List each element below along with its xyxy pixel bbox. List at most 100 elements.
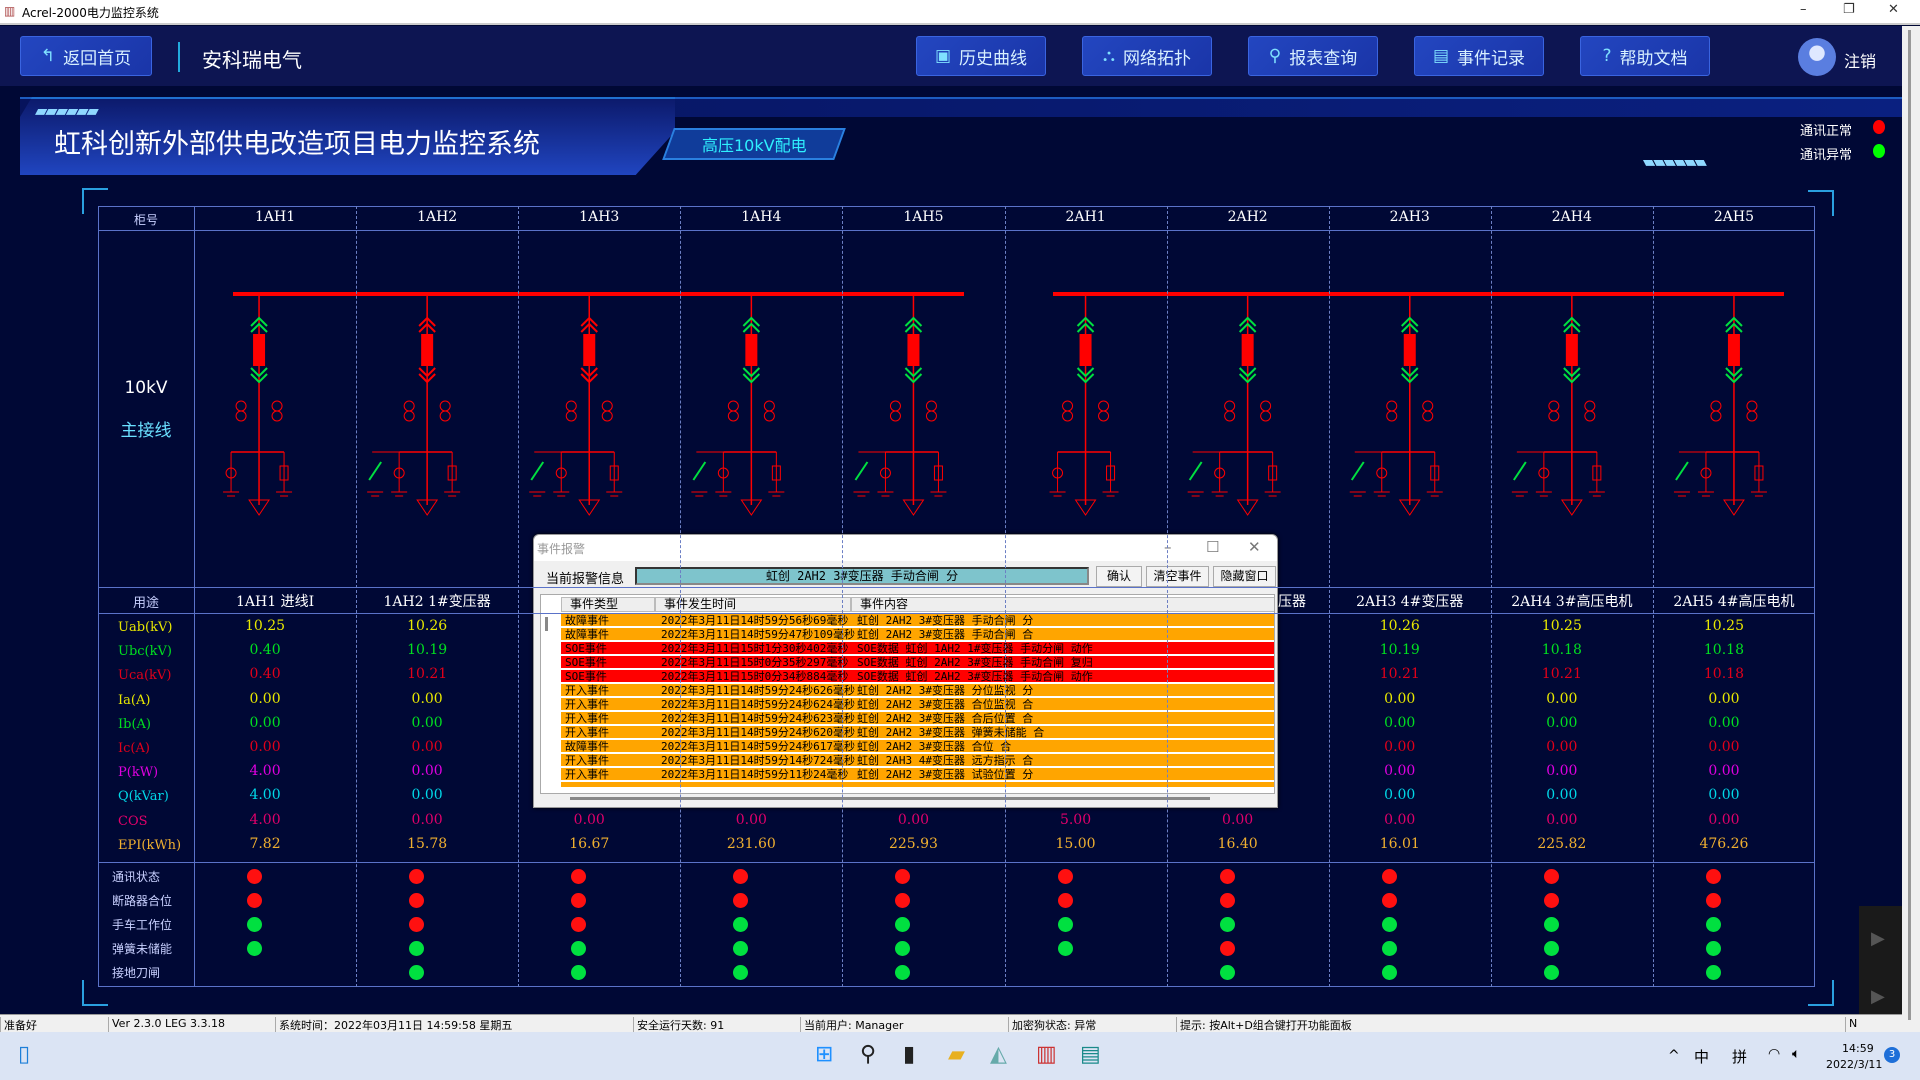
current-transformer-icon bbox=[1584, 400, 1596, 412]
measurement-value: 476.26 bbox=[1699, 835, 1749, 852]
nav-button-4[interactable]: ? 帮助文档 bbox=[1580, 36, 1710, 76]
measurement-value: 10.19 bbox=[1379, 642, 1420, 659]
column-header-time[interactable]: 事件发生时间 bbox=[655, 597, 851, 612]
horizontal-scrollbar[interactable] bbox=[570, 797, 1210, 800]
acrel-app-icon[interactable]: ▥ bbox=[1036, 1042, 1057, 1067]
event-row[interactable]: 开入事件 2022年3月11日14时59分24秒620毫秒 虹创 2AH2 3#变压… bbox=[561, 726, 1274, 739]
measurement-value: 0.00 bbox=[411, 690, 443, 707]
event-row[interactable]: 开入事件 2022年3月11日14时59分11秒24毫秒 虹创 2AH2 3#变压器… bbox=[561, 768, 1274, 781]
measurement-value: 0.00 bbox=[1708, 763, 1740, 780]
current-transformer-icon bbox=[1422, 400, 1434, 412]
event-content: 虹创 2AH3 4#变压器 远方指示 合 bbox=[857, 754, 1034, 767]
nav-button-3[interactable]: ▤ 事件记录 bbox=[1414, 36, 1544, 76]
ground-icon bbox=[853, 491, 870, 497]
start-icon[interactable]: ⊞ bbox=[815, 1042, 833, 1067]
notification-badge[interactable]: 3 bbox=[1884, 1047, 1900, 1063]
taskbar: ▯ ⊞ ⚲ ▮ ▰ ◭ ▥ ▤ ^ 中 拼 ◠ 🔈︎ 14:59 2022/3/… bbox=[0, 1032, 1920, 1080]
cabinet-header: 2AH1 bbox=[1065, 209, 1106, 225]
measurement-value: 0.00 bbox=[411, 811, 443, 828]
restore-button[interactable]: ❐ bbox=[1843, 2, 1855, 17]
event-type: SOE事件 bbox=[565, 642, 607, 655]
tab-hv-distribution[interactable]: 高压10kV配电 bbox=[662, 128, 846, 160]
monitor-app-icon[interactable]: ◭ bbox=[990, 1042, 1007, 1067]
measurement-label: Uca(kV) bbox=[118, 668, 172, 684]
ground-icon bbox=[1264, 491, 1281, 497]
clock-date[interactable]: 2022/3/11 bbox=[1826, 1058, 1882, 1071]
current-transformer-icon bbox=[601, 400, 613, 412]
event-row[interactable]: 开入事件 2022年3月11日14时59分14秒724毫秒 虹创 2AH3 4#变压… bbox=[561, 754, 1274, 767]
minimize-button[interactable]: – bbox=[1800, 2, 1807, 17]
chart-icon: ▣ bbox=[934, 46, 952, 66]
measurement-label: Ubc(kV) bbox=[118, 644, 172, 660]
panel-icon[interactable]: ▶ bbox=[1871, 986, 1885, 1007]
current-transformer-icon bbox=[889, 410, 901, 422]
event-row-partial[interactable] bbox=[561, 782, 1274, 788]
widgets-icon[interactable]: ▯ bbox=[18, 1042, 30, 1067]
tray-chevron[interactable]: ^ bbox=[1668, 1048, 1680, 1064]
event-row[interactable]: 开入事件 2022年3月11日14时59分24秒623毫秒 虹创 2AH2 3#变压… bbox=[561, 712, 1274, 725]
event-row[interactable]: 开入事件 2022年3月11日14时59分24秒624毫秒 虹创 2AH2 3#变压… bbox=[561, 698, 1274, 711]
back-home-button[interactable]: ↰ 返回首页 bbox=[20, 36, 152, 76]
column-header-content[interactable]: 事件内容 bbox=[851, 597, 1274, 612]
vertical-scrollbar[interactable] bbox=[1902, 26, 1920, 1032]
status-indicator bbox=[1219, 965, 1235, 980]
event-row[interactable]: SOE事件 2022年3月11日15时0分34秒884毫秒 SOE数据 虹创 2AH… bbox=[561, 670, 1274, 683]
usage-cell: 2AH4 3#高压电机 bbox=[1511, 594, 1633, 610]
dialog-maximize-button[interactable]: ☐ bbox=[1206, 538, 1219, 556]
measurement-label: Ib(A) bbox=[118, 716, 151, 732]
event-time: 2022年3月11日14时59分24秒623毫秒 bbox=[661, 712, 855, 725]
column-divider bbox=[842, 206, 844, 987]
column-header-type[interactable]: 事件类型 bbox=[561, 597, 655, 612]
event-row[interactable]: 故障事件 2022年3月11日14时59分47秒109毫秒 虹创 2AH2 3#变压… bbox=[561, 628, 1274, 641]
event-row[interactable]: 开入事件 2022年3月11日14时59分24秒626毫秒 虹创 2AH2 3#变压… bbox=[561, 684, 1274, 697]
status-indicator bbox=[1381, 893, 1397, 908]
ime-mode[interactable]: 拼 bbox=[1732, 1046, 1747, 1067]
current-transformer-icon bbox=[1386, 400, 1398, 412]
ground-icon bbox=[391, 491, 408, 497]
event-time: 2022年3月11日14时59分24秒624毫秒 bbox=[661, 698, 855, 711]
current-transformer-icon bbox=[763, 410, 775, 422]
logout-link[interactable]: 注销 bbox=[1844, 48, 1876, 72]
page-title: 虹科创新外部供电改造项目电力监控系统 bbox=[54, 129, 540, 160]
status-label: 通讯状态 bbox=[112, 870, 161, 884]
event-time: 2022年3月11日15时0分35秒297毫秒 bbox=[661, 656, 849, 669]
event-row[interactable]: 故障事件 2022年3月11日14时59分24秒617毫秒 虹创 2AH2 3#变压… bbox=[561, 740, 1274, 753]
nav-button-0[interactable]: ▣ 历史曲线 bbox=[916, 36, 1046, 76]
event-row[interactable]: 故障事件 2022年3月11日14时59分56秒69毫秒 虹创 2AH2 3#变压器… bbox=[561, 614, 1274, 627]
dialog-close-button[interactable]: ✕ bbox=[1248, 538, 1261, 556]
side-tool-panel[interactable]: ▶ ▶ bbox=[1859, 906, 1902, 1026]
status-indicator bbox=[1057, 917, 1073, 932]
event-list[interactable]: 事件类型 事件发生时间 事件内容 故障事件 2022年3月11日14时59分56秒… bbox=[540, 594, 1275, 794]
current-transformer-icon bbox=[1746, 400, 1758, 412]
measurement-value: 0.00 bbox=[1708, 690, 1740, 707]
event-row[interactable]: SOE事件 2022年3月11日15时0分35秒297毫秒 SOE数据 虹创 2AH… bbox=[561, 656, 1274, 669]
task-view-icon[interactable]: ▮ bbox=[903, 1042, 915, 1067]
dialog-minimize-button[interactable]: – bbox=[1164, 538, 1172, 556]
event-type: 开入事件 bbox=[565, 768, 609, 781]
user-avatar[interactable] bbox=[1798, 38, 1836, 76]
wifi-icon[interactable]: ◠ bbox=[1768, 1046, 1780, 1062]
nav-button-2[interactable]: ⚲ 报表查询 bbox=[1248, 36, 1378, 76]
current-transformer-icon bbox=[1224, 400, 1236, 412]
clock-time[interactable]: 14:59 bbox=[1842, 1042, 1874, 1055]
status-indicator bbox=[247, 941, 263, 956]
ground-icon bbox=[1588, 491, 1605, 497]
header-cabinet-label: 柜号 bbox=[133, 213, 158, 227]
clear-events-button[interactable]: 清空事件 bbox=[1146, 566, 1209, 587]
close-button[interactable]: ✕ bbox=[1888, 2, 1899, 17]
nav-button-1[interactable]: ⛬ 网络拓扑 bbox=[1082, 36, 1212, 76]
event-row[interactable]: SOE事件 2022年3月11日15时1分30秒402毫秒 SOE数据 虹创 1AH… bbox=[561, 642, 1274, 655]
cabinet-header: 1AH1 bbox=[254, 209, 296, 225]
panel-icon[interactable]: ▶ bbox=[1871, 928, 1885, 949]
measurement-value: 10.19 bbox=[407, 642, 448, 659]
hide-window-button[interactable]: 隐藏窗口 bbox=[1213, 566, 1276, 587]
ground-icon bbox=[529, 491, 546, 497]
stripes-decoration: ▰▰▰▰▰▰ bbox=[35, 101, 99, 120]
confirm-button[interactable]: 确认 bbox=[1096, 566, 1142, 587]
file-explorer-icon[interactable]: ▰ bbox=[948, 1042, 965, 1067]
app-icon[interactable]: ▤ bbox=[1080, 1042, 1101, 1067]
ime-language[interactable]: 中 bbox=[1694, 1046, 1709, 1067]
search-icon[interactable]: ⚲ bbox=[860, 1042, 876, 1067]
volume-icon[interactable]: 🔈︎ bbox=[1792, 1046, 1800, 1062]
document-icon: ▤ bbox=[1432, 46, 1450, 66]
